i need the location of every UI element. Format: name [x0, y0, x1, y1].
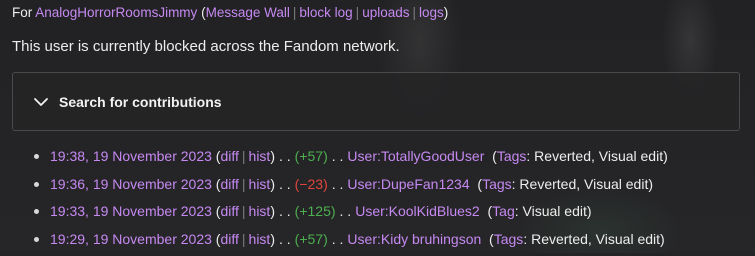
hist-link[interactable]: hist	[249, 203, 271, 219]
separator-dots: . .	[332, 148, 344, 164]
tags-link[interactable]: Tags	[494, 231, 524, 247]
hist-link[interactable]: hist	[249, 148, 271, 164]
timestamp-link[interactable]: 19:33, 19 November 2023	[50, 203, 212, 219]
separator: |	[412, 5, 416, 20]
chevron-down-icon	[33, 94, 49, 110]
separator-dots: . .	[340, 203, 352, 219]
search-contributions-panel: Search for contributions	[12, 72, 740, 131]
search-contributions-toggle[interactable]: Search for contributions	[33, 94, 222, 110]
contribution-item: 19:38, 19 November 2023 (diff|hist). .(+…	[50, 146, 668, 174]
page-link[interactable]: User:DupeFan1234	[347, 176, 469, 192]
username-link[interactable]: AnalogHorrorRoomsJimmy	[35, 5, 197, 20]
tags-text: : Visual edit)	[515, 203, 592, 219]
size-change: (+57)	[295, 231, 328, 247]
diff-link[interactable]: diff	[220, 176, 238, 192]
separator-dots: . .	[279, 148, 291, 164]
separator: |	[242, 176, 246, 192]
timestamp-link[interactable]: 19:38, 19 November 2023	[50, 148, 212, 164]
tags-text: : Reverted, Visual edit)	[526, 148, 667, 164]
separator-dots: . .	[332, 231, 344, 247]
separator-dots: . .	[279, 203, 291, 219]
separator: |	[356, 5, 360, 20]
block-log-link[interactable]: block log	[299, 5, 352, 20]
diff-link[interactable]: diff	[220, 203, 238, 219]
contributions-list: 19:38, 19 November 2023 (diff|hist). .(+…	[50, 146, 668, 256]
size-change: (+57)	[295, 148, 328, 164]
tags-text: : Reverted, Visual edit)	[523, 231, 664, 247]
contributions-page: For AnalogHorrorRoomsJimmy (Message Wall…	[12, 0, 755, 253]
size-change: (−23)	[295, 176, 328, 192]
block-status-text: This user is currently blocked across th…	[12, 38, 400, 56]
tags-link[interactable]: Tags	[482, 176, 512, 192]
timestamp-link[interactable]: 19:29, 19 November 2023	[50, 231, 212, 247]
subtitle-prefix: For	[12, 5, 32, 20]
contribution-item: 19:33, 19 November 2023 (diff|hist). .(+…	[50, 201, 668, 229]
page-link[interactable]: User:Kidy bruhingson	[347, 231, 481, 247]
separator: |	[242, 203, 246, 219]
page-link[interactable]: User:KoolKidBlues2	[355, 203, 480, 219]
page-subtitle: For AnalogHorrorRoomsJimmy (Message Wall…	[12, 5, 448, 21]
separator-dots: . .	[279, 231, 291, 247]
uploads-link[interactable]: uploads	[362, 5, 409, 20]
hist-link[interactable]: hist	[249, 176, 271, 192]
separator: |	[293, 5, 297, 20]
tags-link[interactable]: Tags	[497, 148, 527, 164]
page-link[interactable]: User:TotallyGoodUser	[347, 148, 484, 164]
separator-dots: . .	[279, 176, 291, 192]
size-change: (+125)	[295, 203, 336, 219]
diff-link[interactable]: diff	[220, 148, 238, 164]
hist-link[interactable]: hist	[249, 231, 271, 247]
search-contributions-title: Search for contributions	[59, 94, 222, 110]
tags-text: : Reverted, Visual edit)	[512, 176, 653, 192]
logs-link[interactable]: logs	[419, 5, 444, 20]
tags-link[interactable]: Tag	[492, 203, 515, 219]
message-wall-link[interactable]: Message Wall	[206, 5, 290, 20]
contribution-item: 19:29, 19 November 2023 (diff|hist). .(+…	[50, 229, 668, 256]
paren-close: )	[444, 5, 449, 20]
separator-dots: . .	[332, 176, 344, 192]
timestamp-link[interactable]: 19:36, 19 November 2023	[50, 176, 212, 192]
contribution-item: 19:36, 19 November 2023 (diff|hist). .(−…	[50, 174, 668, 202]
separator: |	[242, 231, 246, 247]
diff-link[interactable]: diff	[220, 231, 238, 247]
separator: |	[242, 148, 246, 164]
